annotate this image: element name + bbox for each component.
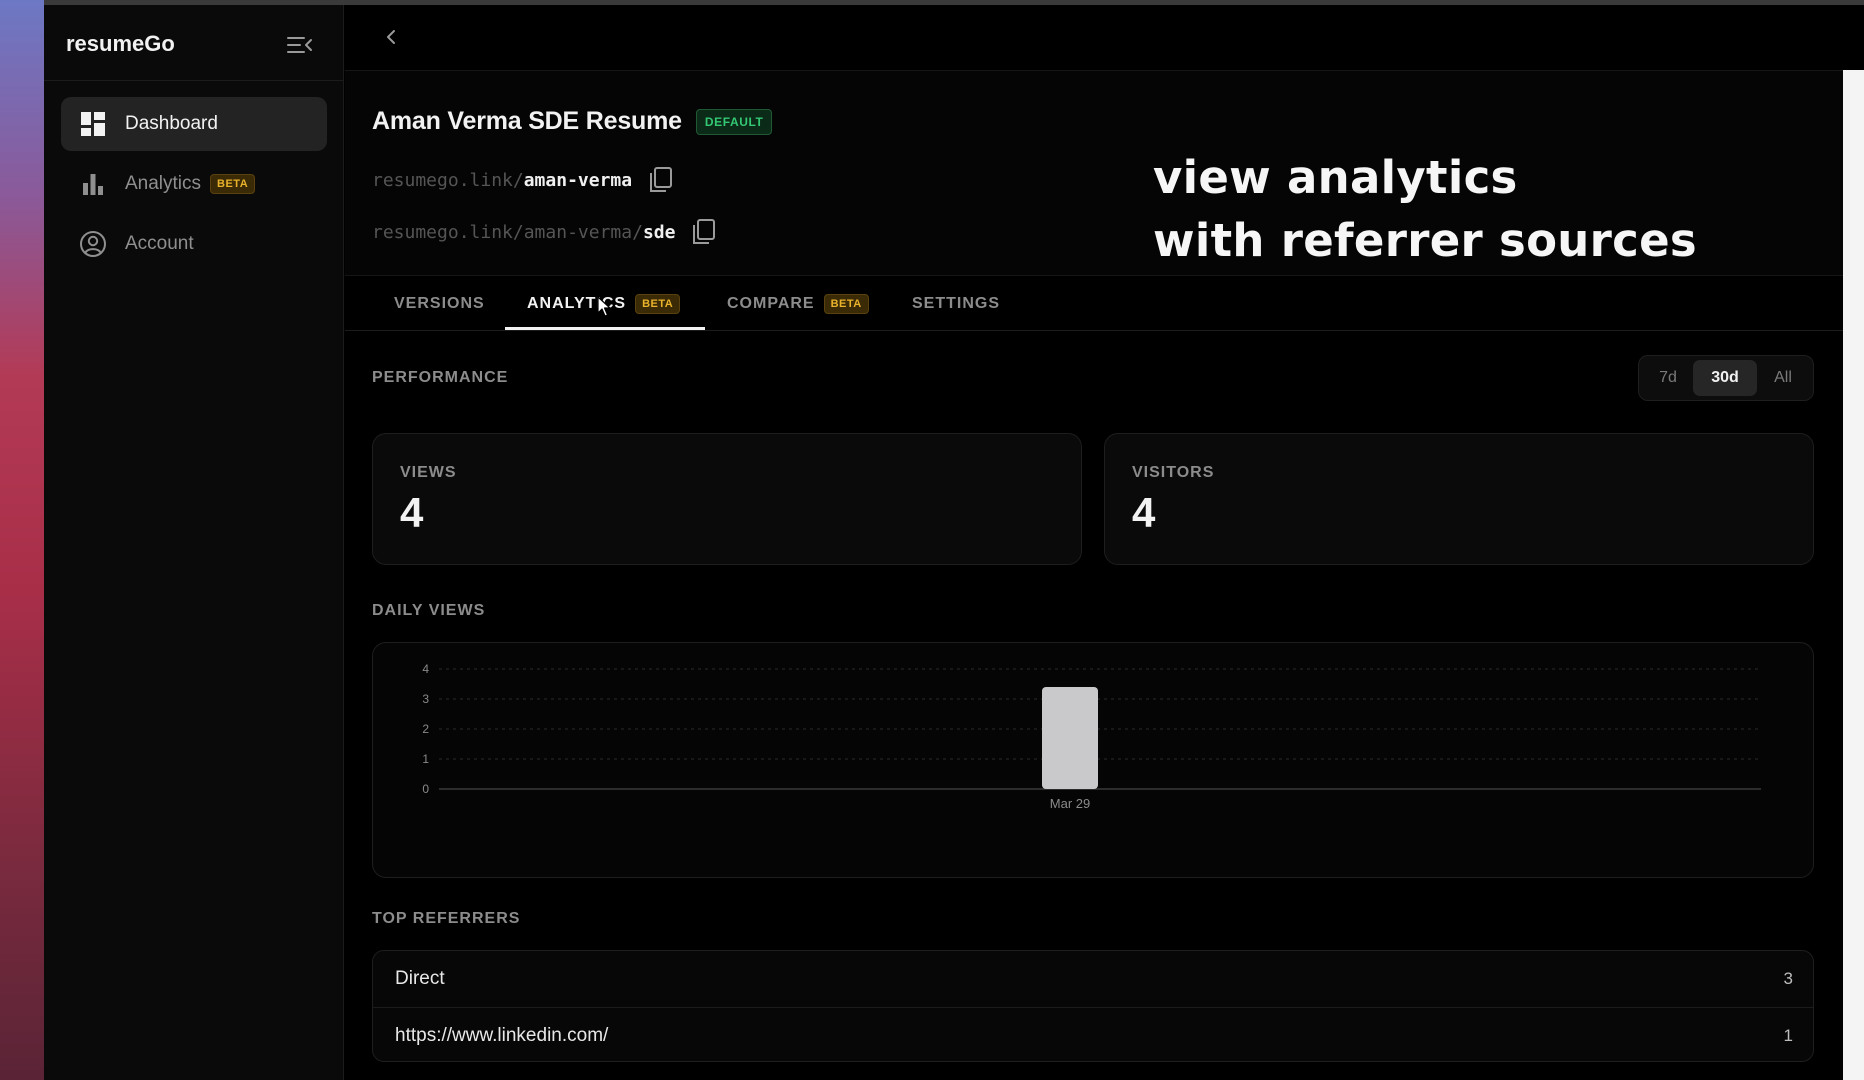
visitors-label: VISITORS bbox=[1132, 464, 1215, 481]
referrer-source: Direct bbox=[395, 968, 445, 989]
tab-label: COMPARE bbox=[727, 295, 815, 312]
promo-line-2: with referrer sources bbox=[1153, 214, 1697, 267]
dashboard-icon bbox=[79, 110, 107, 138]
resume-header: Aman Verma SDE Resume DEFAULT resumego.l… bbox=[345, 71, 1843, 275]
sidebar: resumeGo Dashboard Analytics BETA Accoun… bbox=[44, 5, 344, 1080]
screen: resumeGo Dashboard Analytics BETA Accoun… bbox=[0, 0, 1864, 1080]
referrer-row[interactable]: https://www.linkedin.com/ 1 bbox=[373, 1007, 1813, 1061]
tab-settings[interactable]: SETTINGS bbox=[912, 276, 1000, 332]
mouse-cursor-icon bbox=[597, 296, 611, 317]
resume-link-version[interactable]: resumego.link/aman-verma/ sde bbox=[372, 218, 717, 246]
daily-views-heading: DAILY VIEWS bbox=[372, 602, 486, 619]
referrer-row[interactable]: Direct 3 bbox=[373, 951, 1813, 1007]
visitors-value: 4 bbox=[1132, 489, 1156, 536]
sidebar-item-analytics[interactable]: Analytics BETA bbox=[61, 157, 327, 211]
active-tab-indicator bbox=[505, 327, 705, 330]
back-chevron-icon[interactable] bbox=[383, 29, 399, 45]
copy-icon[interactable] bbox=[648, 166, 674, 194]
resume-tabs: VERSIONS ANALYTICS BETA COMPARE BETA SET… bbox=[345, 275, 1843, 331]
tab-compare[interactable]: COMPARE BETA bbox=[727, 276, 869, 332]
y-tick-label: 2 bbox=[422, 722, 429, 736]
sidebar-divider bbox=[44, 80, 344, 81]
window-edge-top bbox=[1843, 5, 1864, 70]
range-7d-button[interactable]: 7d bbox=[1643, 360, 1693, 396]
copy-icon[interactable] bbox=[691, 218, 717, 246]
y-tick-label: 1 bbox=[422, 752, 429, 766]
views-card: VIEWS 4 bbox=[372, 433, 1082, 565]
collapse-sidebar-icon[interactable] bbox=[286, 33, 314, 57]
daily-views-chart: 0 1 2 3 4 Mar 29 bbox=[372, 642, 1814, 878]
default-badge: DEFAULT bbox=[695, 108, 773, 135]
app-logo[interactable]: resumeGo bbox=[66, 31, 175, 57]
performance-heading: PERFORMANCE bbox=[372, 369, 509, 386]
y-tick-label: 4 bbox=[422, 662, 429, 676]
top-referrers-heading: TOP REFERRERS bbox=[372, 910, 521, 927]
beta-badge: BETA bbox=[635, 294, 681, 314]
sidebar-item-label: Analytics bbox=[125, 173, 202, 194]
range-30d-button[interactable]: 30d bbox=[1693, 360, 1757, 396]
resume-link-main[interactable]: resumego.link/ aman-verma bbox=[372, 166, 674, 194]
link-prefix: resumego.link/aman-verma/ bbox=[372, 221, 643, 243]
sidebar-item-label: Account bbox=[125, 233, 194, 254]
range-all-button[interactable]: All bbox=[1757, 360, 1809, 396]
desktop-wallpaper bbox=[0, 0, 44, 1080]
y-tick-label: 0 bbox=[422, 782, 429, 796]
main-content: Aman Verma SDE Resume DEFAULT resumego.l… bbox=[345, 5, 1843, 1080]
link-slug: sde bbox=[642, 221, 676, 243]
promo-caption: view analytics with referrer sources bbox=[1153, 146, 1697, 272]
user-circle-icon bbox=[79, 230, 107, 258]
beta-badge: BETA bbox=[210, 174, 256, 194]
tab-label: SETTINGS bbox=[912, 295, 1001, 312]
referrer-count: 3 bbox=[1783, 969, 1793, 988]
visitors-card: VISITORS 4 bbox=[1104, 433, 1814, 565]
top-bar bbox=[345, 5, 1843, 71]
referrers-table: Direct 3 https://www.linkedin.com/ 1 bbox=[372, 950, 1814, 1062]
referrer-source: https://www.linkedin.com/ bbox=[395, 1024, 609, 1046]
referrer-count: 1 bbox=[1783, 1025, 1793, 1045]
tab-label: VERSIONS bbox=[394, 295, 485, 312]
x-tick-label: Mar 29 bbox=[1050, 796, 1090, 811]
range-selector: 7d 30d All bbox=[1638, 355, 1814, 401]
promo-line-1: view analytics bbox=[1153, 151, 1518, 204]
resume-title-row: Aman Verma SDE Resume DEFAULT bbox=[372, 107, 773, 136]
sidebar-item-dashboard[interactable]: Dashboard bbox=[61, 97, 327, 151]
y-tick-label: 3 bbox=[422, 692, 429, 706]
views-label: VIEWS bbox=[400, 464, 457, 481]
chart-bar bbox=[1042, 687, 1098, 789]
chart-canvas: 0 1 2 3 4 Mar 29 bbox=[422, 662, 1761, 811]
window-edge bbox=[1843, 70, 1864, 1080]
beta-badge: BETA bbox=[823, 294, 869, 314]
sidebar-item-account[interactable]: Account bbox=[61, 217, 327, 271]
bar-chart-icon bbox=[79, 170, 107, 198]
link-slug: aman-verma bbox=[523, 169, 633, 191]
sidebar-item-label: Dashboard bbox=[125, 113, 218, 134]
tab-versions[interactable]: VERSIONS bbox=[394, 276, 485, 332]
views-value: 4 bbox=[400, 489, 424, 536]
page-title: Aman Verma SDE Resume bbox=[372, 107, 682, 135]
link-prefix: resumego.link/ bbox=[372, 169, 524, 191]
